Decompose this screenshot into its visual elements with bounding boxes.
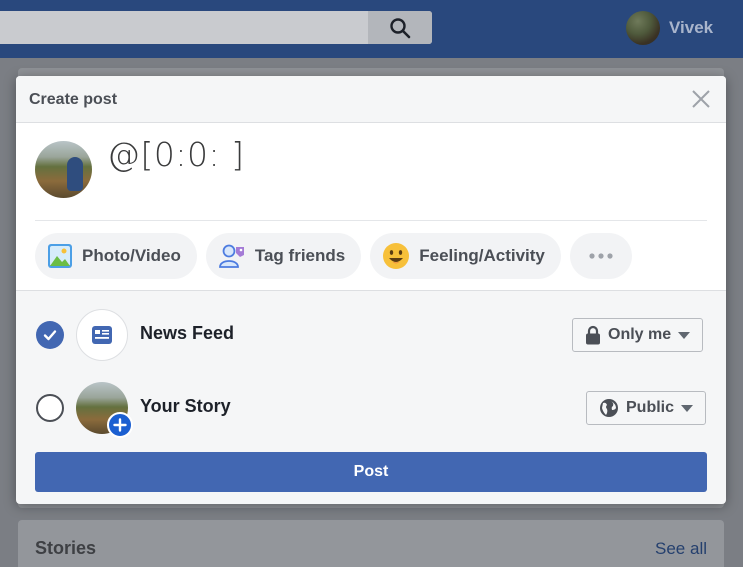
news-feed-icon (92, 326, 112, 344)
search-icon (390, 17, 411, 38)
add-story-badge (107, 412, 133, 438)
divider (35, 220, 707, 221)
profile-link[interactable]: Vivek (626, 11, 713, 45)
dialog-title: Create post (29, 91, 118, 108)
feeling-activity-button[interactable]: Feeling/Activity (370, 233, 561, 279)
your-story-checkbox[interactable] (36, 394, 64, 422)
feeling-icon (383, 243, 410, 269)
stories-title: Stories (35, 538, 97, 558)
post-actions: Photo/Video Tag friends Feeling/Activity (35, 233, 632, 279)
tag-friends-icon (218, 244, 244, 268)
news-feed-privacy-label: Only me (608, 326, 672, 343)
your-story-privacy-selector[interactable]: Public (586, 391, 707, 425)
search-button[interactable] (368, 11, 432, 44)
your-story-label: Your Story (140, 396, 231, 416)
photo-icon (48, 244, 72, 268)
plus-icon (113, 418, 127, 432)
compose-area: @[0:0: ] Photo/Video Tag friends Feeling… (16, 123, 726, 291)
tag-friends-label: Tag friends (254, 246, 346, 265)
globe-icon (600, 399, 618, 417)
stories-card (18, 520, 724, 567)
close-button[interactable] (690, 88, 712, 110)
news-feed-label: News Feed (140, 323, 235, 343)
audience-row-your-story[interactable]: Your Story Public (16, 378, 726, 438)
more-icon (589, 253, 613, 259)
post-text-input[interactable]: @[0:0: ] (107, 135, 244, 174)
dialog-header: Create post (16, 76, 726, 123)
news-feed-checkbox[interactable] (36, 321, 64, 349)
feeling-activity-label: Feeling/Activity (419, 246, 545, 265)
checkmark-icon (43, 330, 57, 341)
see-all-link[interactable]: See all (655, 539, 707, 559)
photo-video-label: Photo/Video (82, 246, 181, 265)
chevron-down-icon (678, 331, 691, 339)
lock-icon (586, 325, 600, 345)
close-icon (692, 90, 710, 108)
audience-row-news-feed[interactable]: News Feed Only me (16, 305, 726, 365)
photo-video-button[interactable]: Photo/Video (35, 233, 197, 279)
chevron-down-icon (681, 404, 694, 412)
top-bar: Vivek (0, 0, 743, 58)
news-feed-icon-wrap (76, 309, 128, 361)
profile-name: Vivek (669, 18, 714, 37)
your-story-privacy-label: Public (626, 399, 675, 416)
news-feed-privacy-selector[interactable]: Only me (572, 318, 704, 352)
post-button[interactable]: Post (35, 452, 707, 492)
create-post-dialog: Create post @[0:0: ] Photo/Video Tag fri… (16, 76, 726, 504)
avatar (626, 11, 660, 45)
more-options-button[interactable] (569, 233, 632, 279)
avatar (35, 141, 92, 198)
tag-friends-button[interactable]: Tag friends (205, 233, 362, 279)
